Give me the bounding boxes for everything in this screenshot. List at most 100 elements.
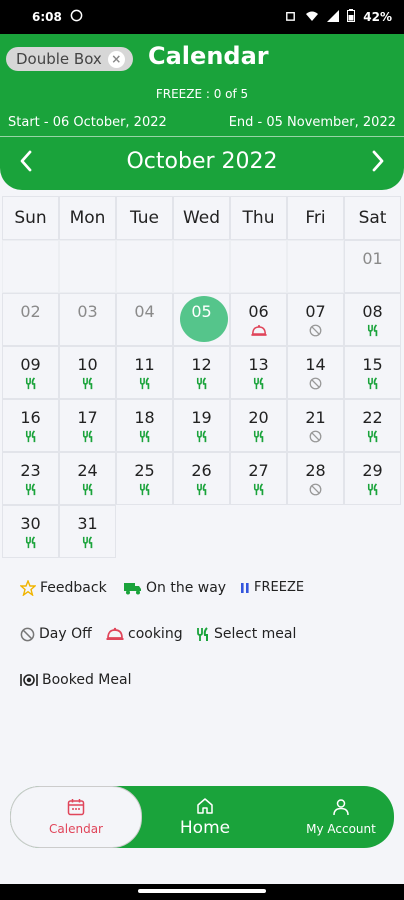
day-status <box>117 430 172 444</box>
day-number: 07 <box>305 302 326 321</box>
day-status <box>117 324 172 338</box>
day-status <box>3 430 58 444</box>
day-cell[interactable]: 26 <box>173 452 230 505</box>
day-number: 26 <box>191 461 212 480</box>
day-status <box>288 377 343 391</box>
legend-freeze-label: FREEZE <box>254 580 305 595</box>
day-number: 14 <box>305 355 326 374</box>
day-status <box>288 483 343 497</box>
calendar-weeks: 01 02 03 04 05 06 07 08 09 10 11 12 13 14 15 16 17 18 19 20… <box>2 240 402 558</box>
utensils-icon <box>196 430 206 443</box>
day-cell[interactable]: 19 <box>173 399 230 452</box>
day-cell[interactable]: 30 <box>2 505 59 558</box>
day-cell[interactable]: 01 <box>344 240 401 293</box>
utensils-icon <box>82 377 92 390</box>
home-icon <box>197 797 213 814</box>
day-cell[interactable]: 08 <box>344 293 401 346</box>
day-number: 16 <box>20 408 41 427</box>
day-number: 11 <box>134 355 155 374</box>
day-cell[interactable]: 25 <box>116 452 173 505</box>
day-number: 22 <box>362 408 383 427</box>
utensils-icon <box>82 483 92 496</box>
day-status <box>60 430 115 444</box>
day-cell[interactable]: 15 <box>344 346 401 399</box>
day-number: 29 <box>362 461 383 480</box>
day-status <box>345 324 400 338</box>
day-cell[interactable]: 12 <box>173 346 230 399</box>
utensils-icon <box>25 377 35 390</box>
week-row: 16 17 18 19 20 21 22 <box>2 399 402 452</box>
day-cell[interactable]: 24 <box>59 452 116 505</box>
weekday-fri: Fri <box>287 196 344 240</box>
day-cell[interactable]: 31 <box>59 505 116 558</box>
tab-my-account[interactable]: My Account <box>286 786 396 848</box>
empty-day-cell <box>116 240 173 293</box>
legend-select-meal-label: Select meal <box>214 626 297 642</box>
legend-booked-meal: Booked Meal <box>20 672 131 688</box>
legend-booked-meal-label: Booked Meal <box>42 672 132 688</box>
utensils-icon <box>367 430 377 443</box>
day-cell[interactable]: 10 <box>59 346 116 399</box>
day-cell[interactable]: 06 <box>230 293 287 346</box>
empty-day-cell <box>230 240 287 293</box>
empty-day-cell <box>59 240 116 293</box>
block-icon <box>20 627 35 641</box>
day-number: 01 <box>362 249 383 268</box>
week-row: 23 24 25 26 27 28 29 <box>2 452 402 505</box>
day-cell[interactable]: 14 <box>287 346 344 399</box>
day-cell[interactable]: 09 <box>2 346 59 399</box>
day-cell[interactable]: 11 <box>116 346 173 399</box>
day-cell[interactable]: 07 <box>287 293 344 346</box>
legend-feedback: Feedback <box>20 580 107 596</box>
system-nav-bar <box>0 884 404 900</box>
day-cell[interactable]: 05 <box>173 293 230 346</box>
day-status <box>60 324 115 338</box>
day-cell[interactable]: 04 <box>116 293 173 346</box>
cooking-icon <box>250 324 267 336</box>
utensils-icon <box>197 626 208 641</box>
weekday-tue: Tue <box>116 196 173 240</box>
day-number: 06 <box>248 302 269 321</box>
day-cell[interactable]: 28 <box>287 452 344 505</box>
week-row: 09 10 11 12 13 14 15 <box>2 346 402 399</box>
day-cell[interactable]: 17 <box>59 399 116 452</box>
plan-chip[interactable]: Double Box × <box>6 47 133 71</box>
status-bar: 6:08 42% <box>0 0 404 34</box>
plate-icon <box>20 674 38 686</box>
day-cell[interactable]: 27 <box>230 452 287 505</box>
utensils-icon <box>367 324 377 337</box>
day-cell[interactable]: 29 <box>344 452 401 505</box>
tab-calendar[interactable]: Calendar <box>10 786 142 848</box>
header-divider <box>0 136 404 137</box>
day-status <box>60 483 115 497</box>
empty-day-cell <box>173 240 230 293</box>
day-cell[interactable]: 18 <box>116 399 173 452</box>
legend-cooking: cooking <box>106 626 183 642</box>
day-status <box>345 430 400 444</box>
current-month: October 2022 <box>126 148 278 174</box>
day-status <box>3 483 58 497</box>
day-cell[interactable]: 13 <box>230 346 287 399</box>
tab-my-account-label: My Account <box>306 822 376 836</box>
utensils-icon <box>253 483 263 496</box>
day-cell[interactable]: 03 <box>59 293 116 346</box>
day-cell[interactable]: 20 <box>230 399 287 452</box>
day-number: 17 <box>77 408 98 427</box>
legend-cooking-label: cooking <box>128 626 183 642</box>
day-cell[interactable]: 02 <box>2 293 59 346</box>
block-icon <box>309 377 322 390</box>
whatsapp-icon <box>70 9 83 25</box>
day-cell[interactable]: 22 <box>344 399 401 452</box>
prev-month-button[interactable] <box>6 142 46 180</box>
day-number: 23 <box>20 461 41 480</box>
next-month-button[interactable] <box>358 142 398 180</box>
day-cell[interactable]: 23 <box>2 452 59 505</box>
day-status <box>174 324 229 338</box>
day-cell[interactable]: 21 <box>287 399 344 452</box>
tab-home[interactable]: Home <box>160 786 250 848</box>
day-number: 08 <box>362 302 383 321</box>
day-cell[interactable]: 16 <box>2 399 59 452</box>
close-icon[interactable]: × <box>107 50 125 68</box>
utensils-icon <box>253 430 263 443</box>
day-number: 04 <box>134 302 155 321</box>
